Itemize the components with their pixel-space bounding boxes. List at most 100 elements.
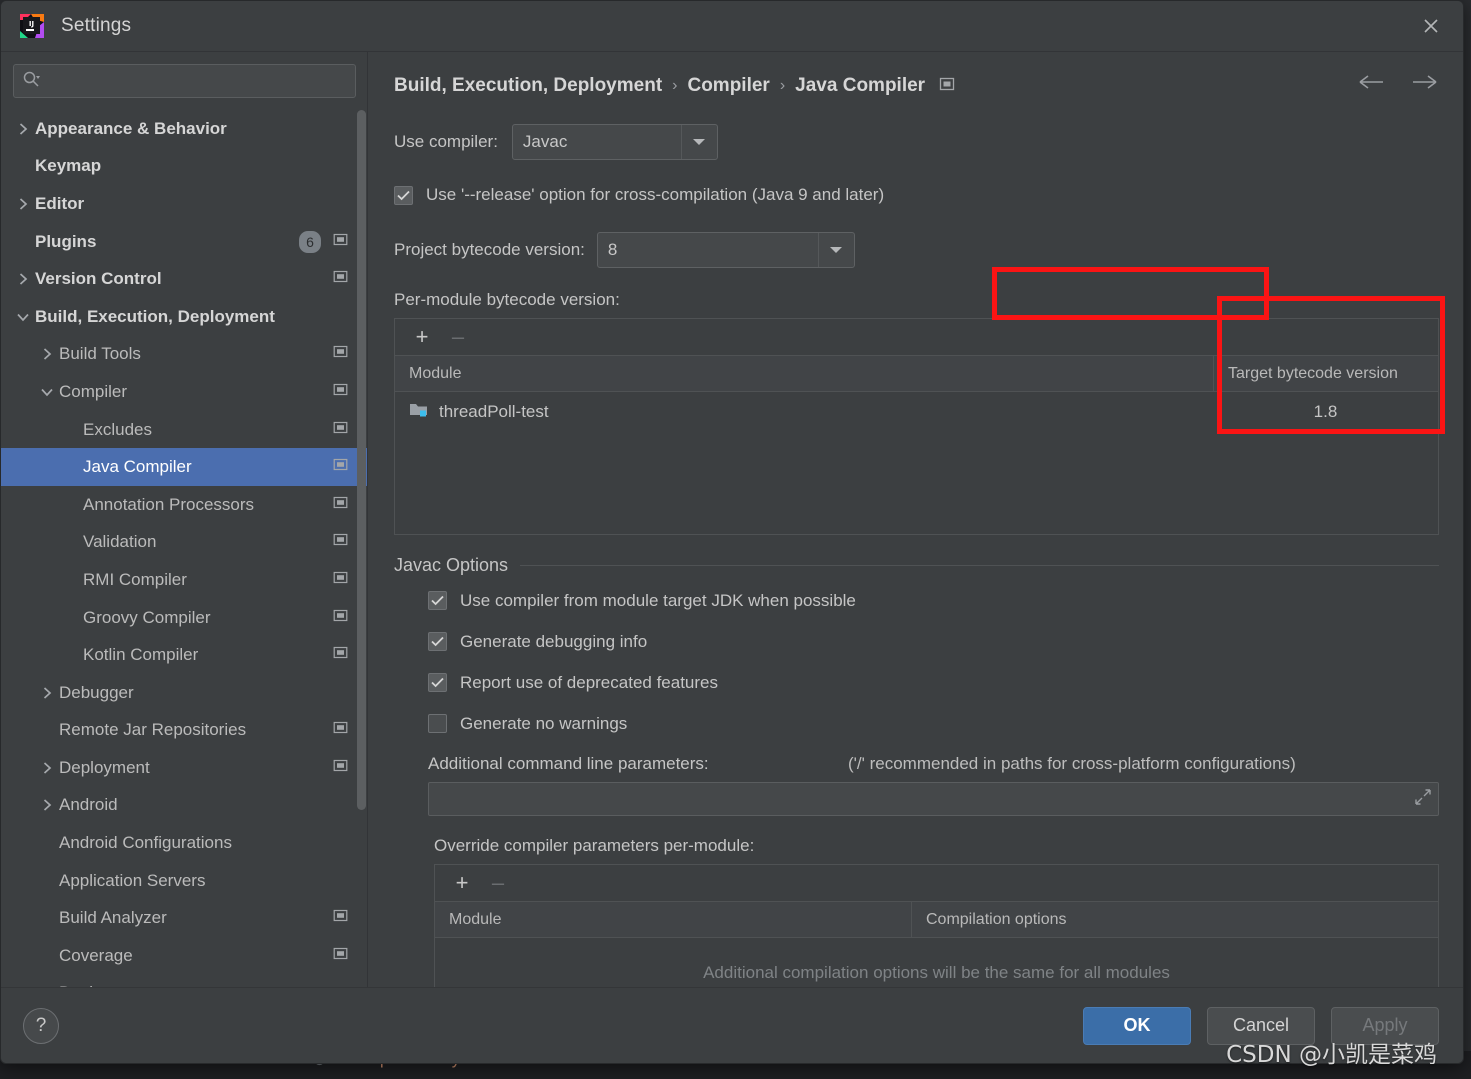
sidebar-item-application-servers[interactable]: Application Servers: [1, 862, 368, 900]
override-table-wrapper: + – Module Compilation options Additiona…: [394, 864, 1439, 987]
additional-params-field[interactable]: [428, 782, 1439, 816]
sidebar-item-plugins[interactable]: Plugins 6: [1, 223, 368, 261]
project-scope-icon[interactable]: [333, 344, 348, 364]
add-row-button[interactable]: +: [449, 870, 475, 896]
sidebar-item-build-execution-deployment[interactable]: Build, Execution, Deployment: [1, 298, 368, 336]
sidebar-item-validation[interactable]: Validation: [1, 524, 368, 562]
sidebar-item-label: Editor: [35, 193, 85, 213]
breadcrumb-separator: ›: [672, 77, 678, 94]
sidebar-item-label: Validation: [83, 532, 157, 552]
sidebar-scrollbar[interactable]: [357, 110, 366, 810]
sidebar-item-version-control[interactable]: Version Control: [1, 260, 368, 298]
arrow-left-icon[interactable]: [1357, 72, 1387, 97]
sidebar-item-label: Application Servers: [59, 870, 206, 890]
sidebar-item-editor[interactable]: Editor: [1, 185, 368, 223]
sidebar-item-kotlin-compiler[interactable]: Kotlin Compiler: [1, 636, 368, 674]
javac-option-label: Generate debugging info: [460, 631, 648, 651]
navigation-buttons: [1357, 72, 1439, 97]
sidebar-item-annotation-processors[interactable]: Annotation Processors: [1, 486, 368, 524]
javac-option-report-use-of-deprecated-features[interactable]: Report use of deprecated features: [428, 662, 1439, 703]
override-params-table: + – Module Compilation options Additiona…: [434, 864, 1439, 987]
additional-params-field-wrapper: [394, 782, 1439, 816]
sidebar-item-groovy-compiler[interactable]: Groovy Compiler: [1, 599, 368, 637]
chevron-right-icon[interactable]: [11, 122, 35, 136]
chevron-right-icon[interactable]: [11, 272, 35, 286]
project-scope-icon[interactable]: [333, 457, 348, 477]
sidebar-item-compiler[interactable]: Compiler: [1, 373, 368, 411]
sidebar-item-docker[interactable]: Docker: [1, 975, 368, 987]
sidebar-item-deployment[interactable]: Deployment: [1, 749, 368, 787]
cancel-button[interactable]: Cancel: [1207, 1006, 1315, 1045]
sidebar-item-debugger[interactable]: Debugger: [1, 674, 368, 712]
chevron-right-icon[interactable]: [35, 686, 59, 700]
search-wrapper: [1, 52, 368, 108]
chevron-right-icon[interactable]: [35, 798, 59, 812]
project-scope-icon[interactable]: [333, 908, 348, 928]
use-release-option-checkbox[interactable]: Use '--release' option for cross-compila…: [394, 180, 1439, 210]
close-icon[interactable]: [1405, 1, 1457, 51]
project-scope-icon[interactable]: [333, 608, 348, 628]
sidebar-item-android[interactable]: Android: [1, 787, 368, 825]
javac-option-generate-debugging-info[interactable]: Generate debugging info: [428, 621, 1439, 662]
sidebar-item-android-configurations[interactable]: Android Configurations: [1, 824, 368, 862]
column-header-compilation-options[interactable]: Compilation options: [911, 902, 1438, 937]
project-scope-icon[interactable]: [333, 645, 348, 665]
sidebar-item-build-tools[interactable]: Build Tools: [1, 336, 368, 374]
project-scope-icon[interactable]: [333, 232, 348, 252]
use-compiler-select[interactable]: Javac: [511, 124, 718, 160]
project-scope-icon[interactable]: [333, 532, 348, 552]
search-box[interactable]: [13, 64, 356, 98]
override-table-empty-message: Additional compilation options will be t…: [703, 963, 1170, 982]
add-row-button[interactable]: +: [409, 324, 435, 350]
sidebar-item-excludes[interactable]: Excludes: [1, 411, 368, 449]
additional-params-input[interactable]: [439, 790, 1414, 808]
search-input[interactable]: [46, 72, 347, 90]
help-button[interactable]: ?: [23, 1007, 59, 1044]
main-panel: Build, Execution, Deployment › Compiler …: [368, 52, 1463, 987]
chevron-right-icon[interactable]: [35, 347, 59, 361]
javac-option-use-compiler-from-module-target-jdk-when-possible[interactable]: Use compiler from module target JDK when…: [428, 580, 1439, 621]
additional-params-hint: ('/' recommended in paths for cross-plat…: [848, 754, 1296, 773]
chevron-down-icon[interactable]: [35, 386, 59, 398]
chevron-right-icon[interactable]: [35, 761, 59, 775]
remove-row-button: –: [451, 324, 465, 349]
cell-target-bytecode-version[interactable]: 1.8: [1213, 402, 1438, 422]
sidebar-item-rmi-compiler[interactable]: RMI Compiler: [1, 561, 368, 599]
column-header-module[interactable]: Module: [395, 356, 1213, 391]
project-scope-icon[interactable]: [333, 946, 348, 966]
project-bytecode-select[interactable]: 8: [596, 232, 855, 268]
sidebar-item-appearance-behavior[interactable]: Appearance & Behavior: [1, 110, 368, 148]
chevron-down-icon[interactable]: [11, 311, 35, 323]
javac-options-section: Javac Options: [394, 555, 1439, 576]
sidebar-item-label: Groovy Compiler: [83, 607, 211, 627]
table-row[interactable]: threadPoll-test 1.8: [395, 392, 1438, 432]
expand-field-icon[interactable]: [1414, 788, 1432, 811]
chevron-right-icon[interactable]: [11, 197, 35, 211]
column-header-target-bytecode-version[interactable]: Target bytecode version: [1213, 356, 1438, 391]
sidebar-item-coverage[interactable]: Coverage: [1, 937, 368, 975]
project-scope-icon[interactable]: [333, 720, 348, 740]
project-scope-icon[interactable]: [333, 269, 348, 289]
sidebar-item-label: Deployment: [59, 757, 150, 777]
arrow-right-icon[interactable]: [1409, 72, 1439, 97]
sidebar-item-build-analyzer[interactable]: Build Analyzer: [1, 899, 368, 937]
project-scope-icon[interactable]: [333, 570, 348, 590]
project-scope-icon[interactable]: [333, 420, 348, 440]
sidebar-item-remote-jar-repositories[interactable]: Remote Jar Repositories: [1, 712, 368, 750]
breadcrumb-item-1[interactable]: Compiler: [687, 75, 769, 97]
project-scope-icon[interactable]: [333, 382, 348, 402]
breadcrumb-item-0[interactable]: Build, Execution, Deployment: [394, 75, 662, 97]
project-scope-icon[interactable]: [333, 495, 348, 515]
ok-button[interactable]: OK: [1083, 1006, 1191, 1045]
sidebar-item-keymap[interactable]: Keymap: [1, 148, 368, 186]
column-header-module[interactable]: Module: [435, 902, 911, 937]
sidebar-item-label: Keymap: [35, 156, 102, 176]
sidebar-item-label: Annotation Processors: [83, 494, 255, 514]
project-scope-icon[interactable]: [333, 758, 348, 778]
override-params-label: Override compiler parameters per-module:: [434, 836, 755, 855]
javac-option-generate-no-warnings[interactable]: Generate no warnings: [428, 703, 1439, 744]
per-module-bytecode-table: + – Module Target bytecode version threa…: [394, 318, 1439, 535]
sidebar-item-java-compiler[interactable]: Java Compiler: [1, 448, 368, 486]
project-scope-icon[interactable]: [939, 76, 955, 97]
per-module-bytecode-label: Per-module bytecode version:: [394, 290, 620, 309]
